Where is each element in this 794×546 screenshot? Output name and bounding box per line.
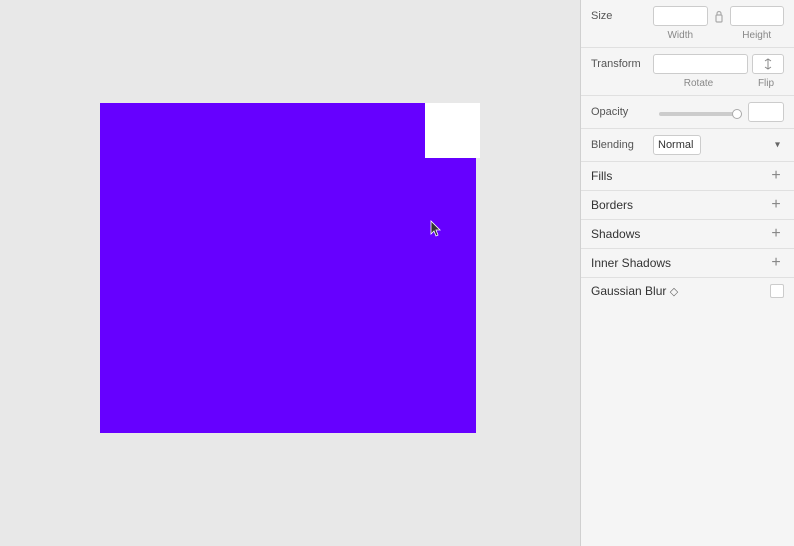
transform-section: Transform Rotate Flip bbox=[581, 48, 794, 96]
flip-sublabel: Flip bbox=[748, 78, 784, 89]
size-label: Size bbox=[591, 10, 653, 22]
transform-fields bbox=[653, 54, 784, 74]
canvas-area bbox=[0, 0, 580, 546]
size-row: Size bbox=[591, 6, 784, 26]
gaussian-blur-checkbox[interactable] bbox=[770, 284, 784, 298]
borders-label: Borders bbox=[591, 198, 768, 212]
rotate-sublabel: Rotate bbox=[653, 78, 744, 89]
opacity-row: Opacity bbox=[591, 102, 784, 122]
white-rectangle[interactable] bbox=[425, 103, 480, 158]
inner-shadows-add-button[interactable]: + bbox=[768, 255, 784, 271]
blending-section: Blending Normal Multiply Screen Overlay bbox=[581, 129, 794, 162]
fills-add-button[interactable]: + bbox=[768, 168, 784, 184]
gaussian-blur-label: Gaussian Blur ◇ bbox=[591, 284, 770, 298]
y-input[interactable] bbox=[730, 6, 785, 26]
x-field-group bbox=[653, 6, 708, 26]
transform-label: Transform bbox=[591, 58, 653, 70]
gaussian-blur-text: Gaussian Blur bbox=[591, 284, 666, 298]
shadows-section[interactable]: Shadows + bbox=[581, 220, 794, 249]
properties-panel: Size Width Height bbox=[580, 0, 794, 546]
transform-labels-row: Rotate Flip bbox=[591, 78, 784, 89]
blending-select[interactable]: Normal Multiply Screen Overlay bbox=[653, 135, 701, 155]
size-section: Size Width Height bbox=[581, 0, 794, 48]
x-input[interactable] bbox=[653, 6, 708, 26]
blending-label: Blending bbox=[591, 139, 653, 151]
lock-icon bbox=[712, 9, 726, 23]
fills-label: Fills bbox=[591, 169, 768, 183]
fills-section[interactable]: Fills + bbox=[581, 162, 794, 191]
inner-shadows-section[interactable]: Inner Shadows + bbox=[581, 249, 794, 278]
width-sublabel: Width bbox=[653, 30, 708, 41]
opacity-label: Opacity bbox=[591, 106, 653, 118]
borders-section[interactable]: Borders + bbox=[581, 191, 794, 220]
borders-add-button[interactable]: + bbox=[768, 197, 784, 213]
inner-shadows-label: Inner Shadows bbox=[591, 256, 768, 270]
transform-input[interactable] bbox=[653, 54, 748, 74]
shadows-add-button[interactable]: + bbox=[768, 226, 784, 242]
opacity-section: Opacity bbox=[581, 96, 794, 129]
blending-row: Blending Normal Multiply Screen Overlay bbox=[591, 135, 784, 155]
opacity-slider[interactable] bbox=[659, 112, 742, 116]
height-sublabel: Height bbox=[730, 30, 785, 41]
flip-vertical-button[interactable] bbox=[752, 54, 784, 74]
y-field-group bbox=[730, 6, 785, 26]
opacity-value-input[interactable] bbox=[748, 102, 784, 122]
blending-select-wrapper: Normal Multiply Screen Overlay bbox=[653, 135, 784, 155]
size-fields bbox=[653, 6, 784, 26]
gaussian-blur-section: Gaussian Blur ◇ bbox=[581, 278, 794, 304]
blue-rectangle[interactable] bbox=[100, 103, 476, 433]
shadows-label: Shadows bbox=[591, 227, 768, 241]
size-labels-row: Width Height bbox=[591, 30, 784, 41]
transform-row: Transform bbox=[591, 54, 784, 74]
gaussian-blur-icon: ◇ bbox=[670, 286, 678, 298]
opacity-slider-container bbox=[659, 105, 742, 119]
canvas-content bbox=[100, 103, 480, 443]
